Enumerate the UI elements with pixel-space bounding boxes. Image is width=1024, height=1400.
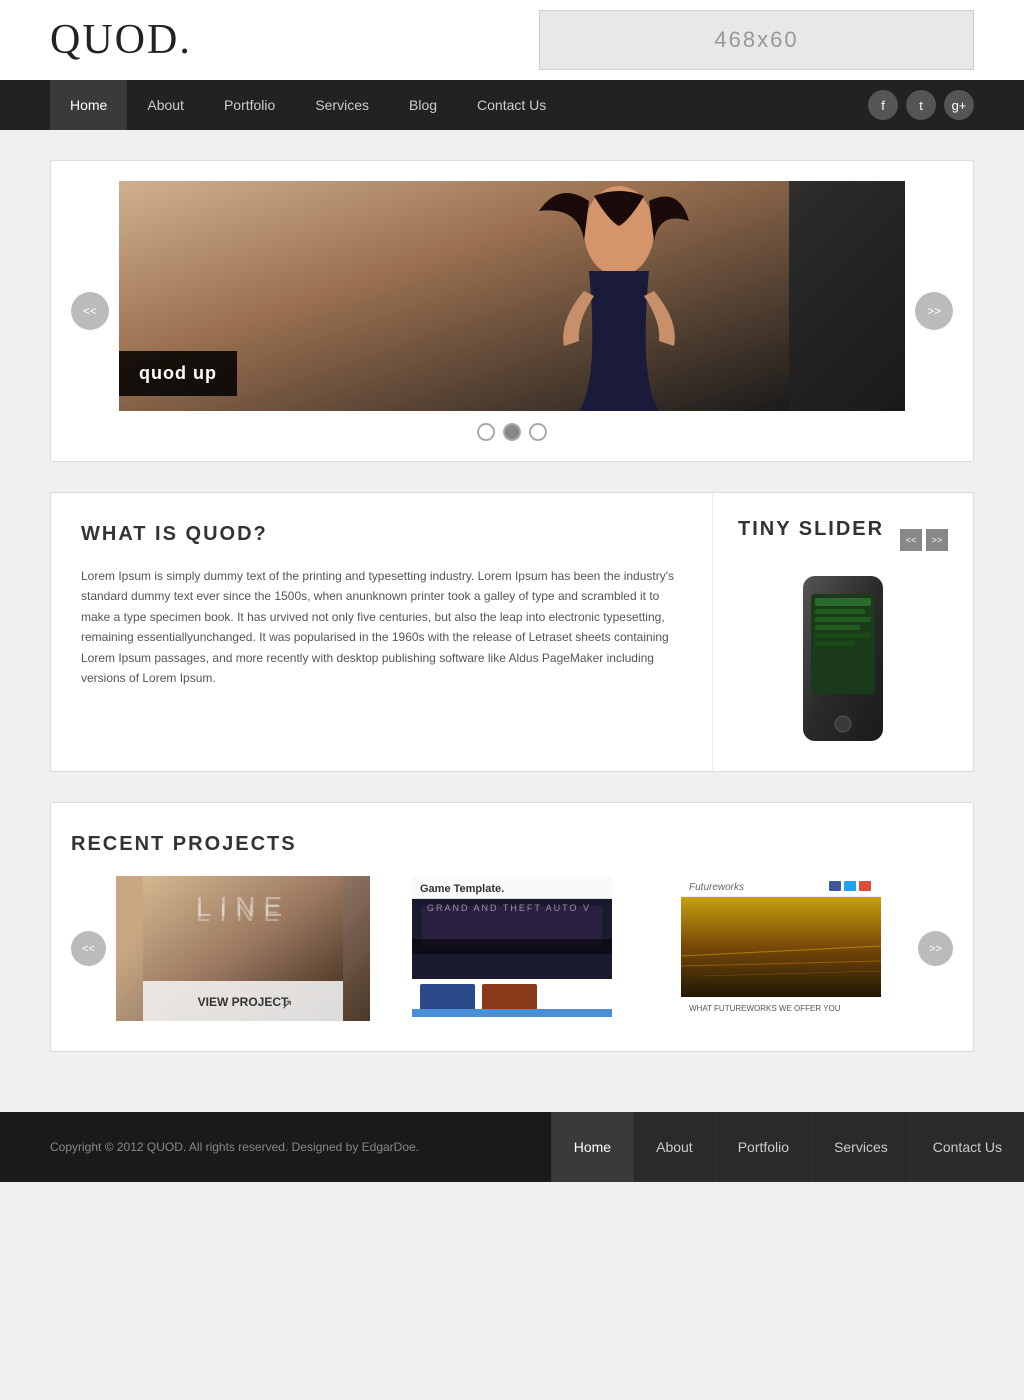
slider-dot-1[interactable] [477,423,495,441]
project-card-futureworks[interactable]: Futureworks [654,876,908,1021]
phone-image [793,576,893,746]
nav-item-services[interactable]: Services [295,80,389,130]
nav-links: Home About Portfolio Services Blog Conta… [50,80,566,130]
hero-slider: << [50,160,974,462]
footer-nav-services[interactable]: Services [811,1112,910,1182]
slider-next-button[interactable]: >> [915,292,953,330]
nav-item-contact[interactable]: Contact Us [457,80,566,130]
slider-dot-3[interactable] [529,423,547,441]
footer-nav-portfolio[interactable]: Portfolio [715,1112,811,1182]
slider-dot-2[interactable] [503,423,521,441]
what-is-quod-title: WHAT IS QUOD? [81,523,682,546]
project-card-line[interactable]: LINE VIEW PROJECT ↗ [116,876,370,1021]
svg-text:WHAT FUTUREWORKS WE OFFER YOU: WHAT FUTUREWORKS WE OFFER YOU [689,1004,841,1013]
svg-text:GRAND AND THEFT AUTO V: GRAND AND THEFT AUTO V [427,903,591,913]
carousel-prev-button[interactable]: << [71,931,106,966]
twitter-icon[interactable]: t [906,90,936,120]
footer-nav-home[interactable]: Home [551,1112,633,1182]
main-nav: Home About Portfolio Services Blog Conta… [0,80,1024,130]
slider-prev-button[interactable]: << [71,292,109,330]
nav-item-portfolio[interactable]: Portfolio [204,80,295,130]
footer-nav-about[interactable]: About [633,1112,715,1182]
nav-item-blog[interactable]: Blog [389,80,457,130]
project-line-image: LINE VIEW PROJECT ↗ [116,876,370,1021]
svg-text:Game Template.: Game Template. [420,883,504,895]
svg-text:VIEW PROJECT: VIEW PROJECT [198,995,289,1009]
recent-projects-title: RECENT PROJECTS [71,833,953,856]
nav-item-about[interactable]: About [127,80,204,130]
carousel-next-button[interactable]: >> [918,931,953,966]
phone-container [738,576,948,746]
project-card-game-template[interactable]: Game Template. GRAND AND THEFT AUTO V [385,876,639,1021]
nav-item-home[interactable]: Home [50,80,127,130]
tiny-slider-next[interactable]: >> [926,529,948,551]
svg-text:↗: ↗ [281,996,293,1012]
footer-nav: Home About Portfolio Services Contact Us [551,1112,1024,1182]
slider-dots [119,423,905,441]
tiny-slider-header: TINY SLIDER << >> [738,518,948,561]
tiny-slider-prev[interactable]: << [900,529,922,551]
what-is-quod-col: WHAT IS QUOD? Lorem Ipsum is simply dumm… [51,493,713,771]
social-icons: f t g+ [868,90,974,120]
footer-nav-contact[interactable]: Contact Us [910,1112,1024,1182]
project-futureworks-image: Futureworks [654,876,908,1021]
projects-grid: LINE VIEW PROJECT ↗ [116,876,908,1021]
project-game-image: Game Template. GRAND AND THEFT AUTO V [385,876,639,1021]
ad-banner: 468x60 [539,10,974,70]
svg-text:Futureworks: Futureworks [689,882,744,893]
what-is-quod-text: Lorem Ipsum is simply dummy text of the … [81,566,682,688]
header: QUOD. 468x60 [0,0,1024,80]
info-section: WHAT IS QUOD? Lorem Ipsum is simply dumm… [50,492,974,772]
slider-caption: quod up [119,351,237,396]
footer: Copyright © 2012 QUOD. All rights reserv… [0,1112,1024,1182]
tiny-slider-title: TINY SLIDER [738,518,884,541]
googleplus-icon[interactable]: g+ [944,90,974,120]
svg-text:LINE: LINE [196,900,289,927]
tiny-slider-arrows: << >> [900,529,948,551]
slider-image-container: quod up [119,181,905,411]
projects-carousel: << [71,876,953,1021]
facebook-icon[interactable]: f [868,90,898,120]
tiny-slider-col: TINY SLIDER << >> [713,493,973,771]
main-content: << [0,130,1024,1112]
recent-projects-section: RECENT PROJECTS << [50,802,974,1052]
footer-copyright: Copyright © 2012 QUOD. All rights reserv… [0,1140,551,1154]
logo: QUOD. [50,16,192,64]
slider-main: quod up [119,181,905,441]
